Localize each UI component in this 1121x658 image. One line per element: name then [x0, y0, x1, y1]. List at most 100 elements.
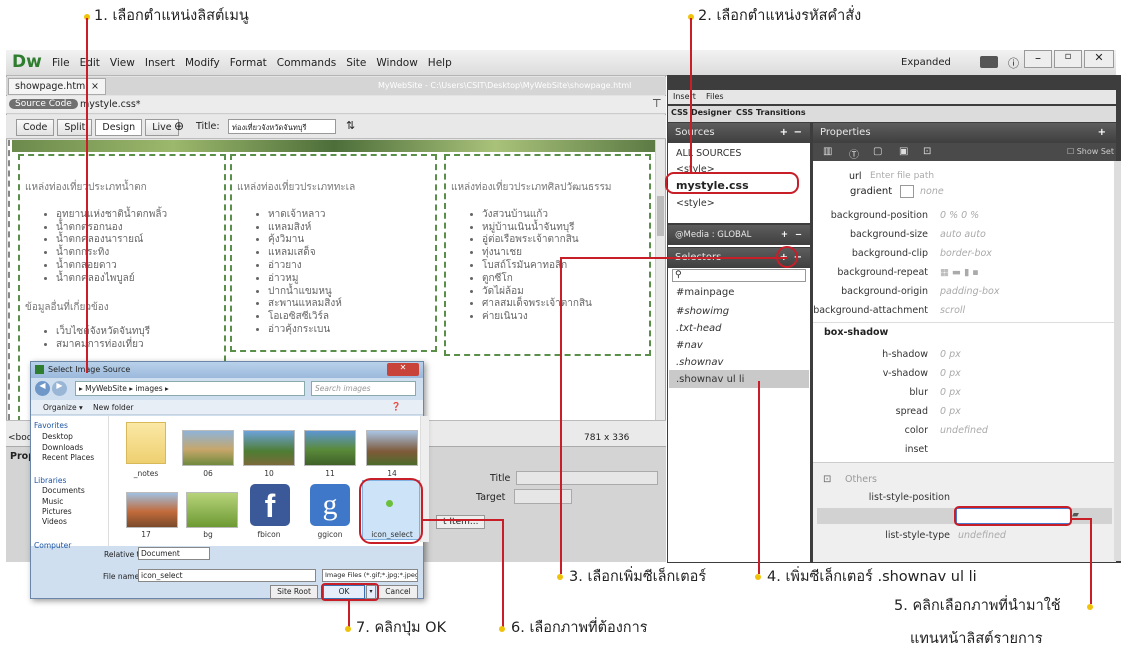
- selector-filter-input[interactable]: ⚲: [672, 269, 806, 282]
- related-css-file[interactable]: mystyle.css*: [80, 99, 141, 110]
- add-property-icon[interactable]: +: [1098, 123, 1106, 143]
- tab-css-designer[interactable]: CSS Designer: [671, 108, 731, 117]
- menu-commands[interactable]: Commands: [277, 57, 336, 69]
- menu-view[interactable]: View: [110, 57, 135, 69]
- property-value[interactable]: 0 px: [940, 368, 961, 379]
- background-icon[interactable]: ▣: [899, 146, 908, 157]
- help-icon[interactable]: ❓: [391, 402, 401, 411]
- file-type-select[interactable]: Image Files (*.gif;*.jpg;*.jpeg;*.p: [322, 569, 418, 582]
- menu-modify[interactable]: Modify: [185, 57, 220, 69]
- title-input[interactable]: ท่องเที่ยวจังหวัดจันทบุรี: [228, 119, 336, 134]
- nav-pictures[interactable]: Pictures: [42, 507, 72, 516]
- more-icon[interactable]: ⊡: [923, 146, 931, 157]
- organize-button[interactable]: Organize ▾: [43, 403, 83, 412]
- title-field[interactable]: [516, 471, 658, 485]
- property-value[interactable]: ▦ ▬ ▮ ▪: [940, 267, 979, 278]
- property-value[interactable]: 0 px: [940, 387, 961, 398]
- nav-favorites[interactable]: Favorites: [34, 421, 68, 430]
- show-set-checkbox[interactable]: ☐ Show Set: [1067, 147, 1114, 156]
- menu-insert[interactable]: Insert: [145, 57, 175, 69]
- menu-site[interactable]: Site: [346, 57, 366, 69]
- scroll-thumb[interactable]: [657, 196, 664, 236]
- dialog-close-button[interactable]: ✕: [387, 363, 419, 376]
- gradient-swatch[interactable]: [900, 185, 914, 198]
- menu-file[interactable]: File: [52, 57, 70, 69]
- image-thumbnail[interactable]: [182, 430, 234, 466]
- nav-music[interactable]: Music: [42, 497, 63, 506]
- property-value[interactable]: scroll: [940, 305, 965, 316]
- workspace-switcher[interactable]: Expanded: [901, 57, 951, 68]
- property-value[interactable]: undefined: [940, 425, 988, 436]
- image-thumbnail[interactable]: [126, 492, 178, 528]
- tab-showpage[interactable]: showpage.html ×: [8, 78, 106, 95]
- nav-libraries[interactable]: Libraries: [34, 476, 66, 485]
- property-value[interactable]: undefined: [958, 530, 1006, 541]
- nav-videos[interactable]: Videos: [42, 517, 67, 526]
- design-view-button[interactable]: Design: [95, 119, 143, 136]
- forward-icon[interactable]: ▶: [52, 381, 67, 396]
- nav-computer[interactable]: Computer: [34, 541, 71, 550]
- url-input[interactable]: Enter file path: [870, 171, 934, 181]
- globe-icon[interactable]: ⊕: [174, 119, 184, 133]
- source-code-button[interactable]: Source Code: [9, 99, 78, 109]
- property-value[interactable]: 0 px: [940, 406, 961, 417]
- nav-desktop[interactable]: Desktop: [42, 432, 73, 441]
- tab-files[interactable]: Files: [706, 92, 724, 101]
- add-source-icon[interactable]: +: [780, 123, 788, 143]
- nav-downloads[interactable]: Downloads: [42, 443, 83, 452]
- image-thumbnail[interactable]: [186, 492, 238, 528]
- remove-source-icon[interactable]: −: [794, 123, 802, 143]
- nav-documents[interactable]: Documents: [42, 486, 85, 495]
- back-icon[interactable]: ◀: [35, 381, 50, 396]
- nav-recent-places[interactable]: Recent Places: [42, 453, 94, 462]
- tab-insert[interactable]: Insert: [673, 92, 696, 101]
- property-value[interactable]: auto auto: [940, 229, 986, 240]
- image-thumbnail[interactable]: [243, 430, 295, 466]
- sync-icon[interactable]: [980, 56, 998, 68]
- list-item-button[interactable]: t Item...: [436, 515, 486, 529]
- list-column-beaches[interactable]: แหล่งท่องเที่ยวประเภททะเล หาดเจ้าหลาว แห…: [230, 154, 437, 352]
- relative-to-select[interactable]: Document: [138, 547, 210, 560]
- list-column-culture[interactable]: แหล่งท่องเที่ยวประเภทศิลปวัฒนธรรม วังสวน…: [444, 154, 651, 356]
- text-icon[interactable]: Ⓣ: [849, 146, 859, 161]
- filter-icon[interactable]: ⊤: [652, 97, 662, 110]
- cancel-button[interactable]: Cancel: [378, 585, 418, 599]
- maximize-button[interactable]: ▫: [1054, 50, 1082, 68]
- selector-mainpage[interactable]: #mainpage: [676, 287, 734, 298]
- source-all[interactable]: ALL SOURCES: [676, 148, 741, 159]
- menu-window[interactable]: Window: [376, 57, 417, 69]
- folder-icon[interactable]: [126, 422, 166, 464]
- menu-format[interactable]: Format: [230, 57, 267, 69]
- window-size[interactable]: 781 x 336: [584, 433, 629, 443]
- property-value[interactable]: 0 % 0 %: [940, 210, 979, 221]
- properties-scrollbar[interactable]: [1114, 161, 1121, 561]
- selector-showimg[interactable]: #showimg: [676, 306, 729, 317]
- google-icon[interactable]: g: [310, 484, 350, 526]
- add-media-icon[interactable]: +: [781, 225, 788, 245]
- source-style-2[interactable]: <style>: [676, 198, 715, 209]
- new-folder-button[interactable]: New folder: [93, 403, 134, 412]
- tab-css-transitions[interactable]: CSS Transitions: [736, 108, 806, 117]
- file-management-icon[interactable]: ⇅: [346, 119, 355, 132]
- selector-txt-head[interactable]: .txt-head: [676, 323, 722, 334]
- canvas-vscrollbar[interactable]: [655, 140, 665, 420]
- facebook-icon[interactable]: f: [250, 484, 290, 526]
- property-value[interactable]: 0 px: [940, 349, 961, 360]
- selector-nav[interactable]: #nav: [676, 340, 703, 351]
- minimize-button[interactable]: –: [1024, 50, 1052, 68]
- code-view-button[interactable]: Code: [16, 119, 55, 136]
- property-value[interactable]: border-box: [940, 248, 992, 259]
- property-value[interactable]: padding-box: [940, 286, 1000, 297]
- site-root-button[interactable]: Site Root: [270, 585, 318, 599]
- remove-media-icon[interactable]: −: [795, 225, 802, 245]
- image-thumbnail[interactable]: [366, 430, 418, 466]
- selector-shownav[interactable]: .shownav: [676, 357, 723, 368]
- layout-icon[interactable]: ▥: [823, 146, 832, 157]
- close-button[interactable]: ✕: [1084, 50, 1114, 68]
- border-icon[interactable]: ▢: [873, 146, 882, 157]
- menu-help[interactable]: Help: [428, 57, 452, 69]
- file-name-input[interactable]: icon_select: [138, 569, 316, 582]
- target-select[interactable]: [514, 489, 572, 504]
- selector-shownav-ul-li[interactable]: .shownav ul li: [676, 374, 744, 385]
- image-thumbnail[interactable]: [304, 430, 356, 466]
